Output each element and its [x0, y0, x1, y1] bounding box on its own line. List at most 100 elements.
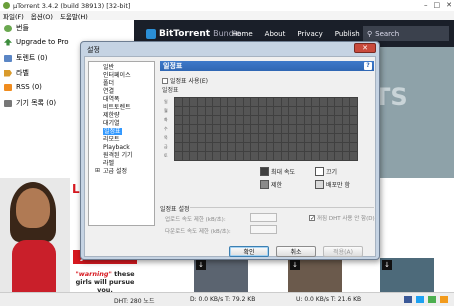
- schedule-cell[interactable]: [258, 98, 266, 106]
- schedule-cell[interactable]: [243, 143, 251, 151]
- schedule-cell[interactable]: [297, 125, 304, 133]
- tree-item-playback[interactable]: Playback: [103, 144, 130, 151]
- schedule-cell[interactable]: [342, 116, 350, 124]
- apply-button[interactable]: 적용(A): [323, 246, 363, 257]
- schedule-cell[interactable]: [312, 143, 319, 151]
- schedule-cell[interactable]: [289, 152, 296, 160]
- schedule-cell[interactable]: [266, 107, 274, 115]
- schedule-cell[interactable]: [274, 134, 281, 142]
- nav-privacy[interactable]: Privacy: [297, 30, 322, 38]
- schedule-cell[interactable]: [350, 116, 357, 124]
- disable-dht-checkbox[interactable]: 꺼짐 DHT 사용 안 함(D): [309, 214, 375, 222]
- schedule-cell[interactable]: [220, 125, 228, 133]
- dialog-close-button[interactable]: ✕: [354, 43, 376, 53]
- maximize-icon[interactable]: □: [434, 1, 441, 9]
- schedule-cell[interactable]: [342, 125, 350, 133]
- schedule-cell[interactable]: [182, 125, 190, 133]
- schedule-cell[interactable]: [182, 107, 190, 115]
- ad-image-woman[interactable]: [0, 178, 70, 292]
- schedule-cell[interactable]: [220, 98, 228, 106]
- schedule-cell[interactable]: [236, 125, 243, 133]
- schedule-cell[interactable]: [220, 116, 228, 124]
- schedule-cell[interactable]: [327, 98, 335, 106]
- schedule-cell[interactable]: [236, 98, 243, 106]
- schedule-cell[interactable]: [258, 116, 266, 124]
- schedule-cell[interactable]: [312, 98, 319, 106]
- tree-item-scheduler[interactable]: 일정표: [103, 128, 122, 135]
- schedule-cell[interactable]: [190, 134, 197, 142]
- schedule-cell[interactable]: [281, 143, 289, 151]
- schedule-cell[interactable]: [258, 134, 266, 142]
- schedule-cell[interactable]: [190, 98, 197, 106]
- schedule-cell[interactable]: [350, 98, 357, 106]
- schedule-cell[interactable]: [197, 125, 205, 133]
- schedule-cell[interactable]: [350, 107, 357, 115]
- schedule-cell[interactable]: [297, 116, 304, 124]
- checkbox-icon[interactable]: [309, 215, 315, 221]
- schedule-cell[interactable]: [274, 98, 281, 106]
- tree-item-folders[interactable]: 폴더: [103, 80, 114, 87]
- schedule-cell[interactable]: [274, 152, 281, 160]
- schedule-cell[interactable]: [213, 116, 220, 124]
- schedule-cell[interactable]: [327, 125, 335, 133]
- checkbox-icon[interactable]: [162, 77, 168, 84]
- schedule-cell[interactable]: [304, 125, 312, 133]
- schedule-cell[interactable]: [213, 107, 220, 115]
- schedule-grid[interactable]: [174, 97, 358, 161]
- schedule-cell[interactable]: [327, 152, 335, 160]
- schedule-cell[interactable]: [304, 107, 312, 115]
- schedule-cell[interactable]: [205, 152, 213, 160]
- schedule-cell[interactable]: [205, 116, 213, 124]
- schedule-cell[interactable]: [197, 134, 205, 142]
- menu-file[interactable]: 파일(F): [3, 11, 24, 21]
- schedule-cell[interactable]: [304, 116, 312, 124]
- schedule-cell[interactable]: [190, 152, 197, 160]
- schedule-cell[interactable]: [319, 98, 327, 106]
- schedule-cell[interactable]: [182, 98, 190, 106]
- minimize-icon[interactable]: –: [424, 1, 428, 9]
- schedule-cell[interactable]: [175, 98, 182, 106]
- schedule-cell[interactable]: [213, 143, 220, 151]
- schedule-cell[interactable]: [175, 107, 182, 115]
- nav-publish[interactable]: Publish: [335, 30, 360, 38]
- schedule-cell[interactable]: [266, 125, 274, 133]
- sidebar-item-devices[interactable]: 기기 목록 (0): [4, 98, 56, 108]
- schedule-cell[interactable]: [243, 134, 251, 142]
- schedule-cell[interactable]: [342, 152, 350, 160]
- schedule-cell[interactable]: [335, 143, 342, 151]
- schedule-cell[interactable]: [228, 134, 235, 142]
- tree-item-interface[interactable]: 인터페이스: [103, 72, 131, 79]
- schedule-cell[interactable]: [342, 107, 350, 115]
- schedule-cell[interactable]: [251, 134, 258, 142]
- nav-home[interactable]: Home: [232, 30, 253, 38]
- schedule-cell[interactable]: [190, 125, 197, 133]
- enable-scheduler-checkbox[interactable]: 일정표 사용(E): [162, 76, 208, 85]
- schedule-cell[interactable]: [243, 125, 251, 133]
- schedule-cell[interactable]: [205, 98, 213, 106]
- schedule-cell[interactable]: [213, 152, 220, 160]
- schedule-cell[interactable]: [213, 125, 220, 133]
- schedule-cell[interactable]: [205, 107, 213, 115]
- schedule-cell[interactable]: [251, 143, 258, 151]
- twitter-icon[interactable]: [416, 296, 424, 303]
- schedule-cell[interactable]: [335, 134, 342, 142]
- schedule-cell[interactable]: [335, 116, 342, 124]
- schedule-cell[interactable]: [304, 143, 312, 151]
- schedule-cell[interactable]: [304, 152, 312, 160]
- bundle-search-input[interactable]: ⚲ Search: [363, 26, 449, 41]
- schedule-cell[interactable]: [327, 134, 335, 142]
- schedule-cell[interactable]: [205, 134, 213, 142]
- schedule-cell[interactable]: [236, 107, 243, 115]
- schedule-cell[interactable]: [350, 134, 357, 142]
- schedule-cell[interactable]: [297, 143, 304, 151]
- schedule-cell[interactable]: [297, 134, 304, 142]
- sidebar-item-rss[interactable]: RSS (0): [4, 83, 42, 91]
- schedule-cell[interactable]: [266, 98, 274, 106]
- schedule-cell[interactable]: [251, 125, 258, 133]
- schedule-grid-cells[interactable]: [174, 97, 358, 161]
- schedule-cell[interactable]: [213, 98, 220, 106]
- schedule-cell[interactable]: [236, 116, 243, 124]
- menu-options[interactable]: 옵션(O): [31, 11, 53, 21]
- schedule-cell[interactable]: [335, 98, 342, 106]
- close-icon[interactable]: ✕: [446, 1, 452, 9]
